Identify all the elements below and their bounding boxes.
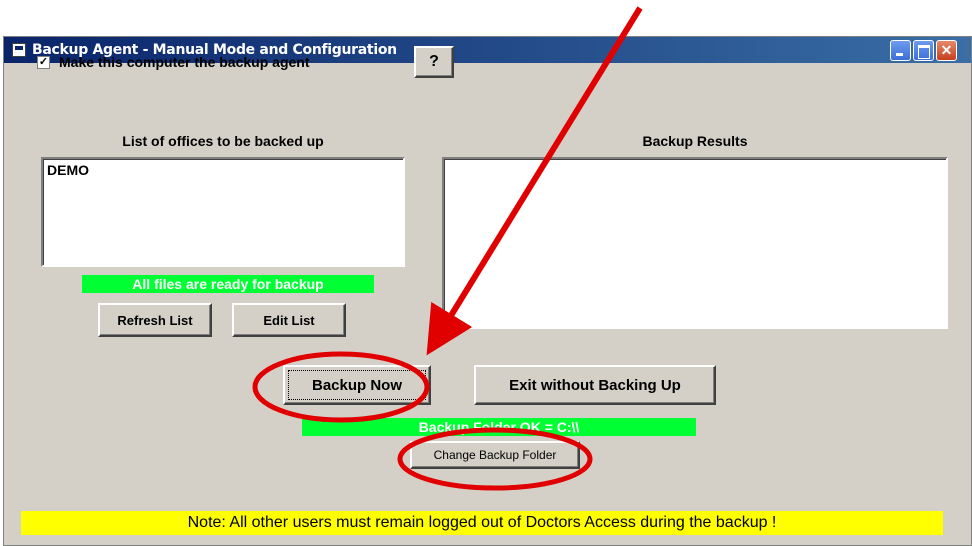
backup-agent-checkbox[interactable]: ✓ — [37, 55, 50, 69]
offices-listbox[interactable]: DEMO — [41, 157, 405, 267]
minimize-icon[interactable] — [890, 40, 911, 61]
backup-agent-checkbox-label: Make this computer the backup agent — [59, 54, 310, 70]
backup-agent-checkbox-row[interactable]: ✓ Make this computer the backup agent — [37, 54, 310, 70]
maximize-icon[interactable] — [913, 40, 934, 61]
backup-now-button[interactable]: Backup Now — [283, 365, 431, 405]
backup-results-box[interactable] — [442, 157, 948, 329]
offices-list-heading: List of offices to be backed up — [122, 133, 324, 149]
files-ready-status: All files are ready for backup — [82, 275, 374, 293]
change-backup-folder-button[interactable]: Change Backup Folder — [410, 441, 580, 469]
edit-list-button[interactable]: Edit List — [232, 303, 346, 337]
list-item[interactable]: DEMO — [47, 162, 89, 178]
logout-warning-note: Note: All other users must remain logged… — [21, 511, 943, 535]
backup-results-heading: Backup Results — [642, 133, 748, 149]
refresh-list-button[interactable]: Refresh List — [98, 303, 212, 337]
exit-without-backup-button[interactable]: Exit without Backing Up — [474, 365, 716, 405]
help-button[interactable]: ? — [414, 46, 454, 78]
app-icon — [12, 43, 26, 57]
close-icon[interactable]: ✕ — [936, 40, 957, 61]
backup-folder-status: Backup Folder OK = C:\\ — [302, 418, 696, 436]
